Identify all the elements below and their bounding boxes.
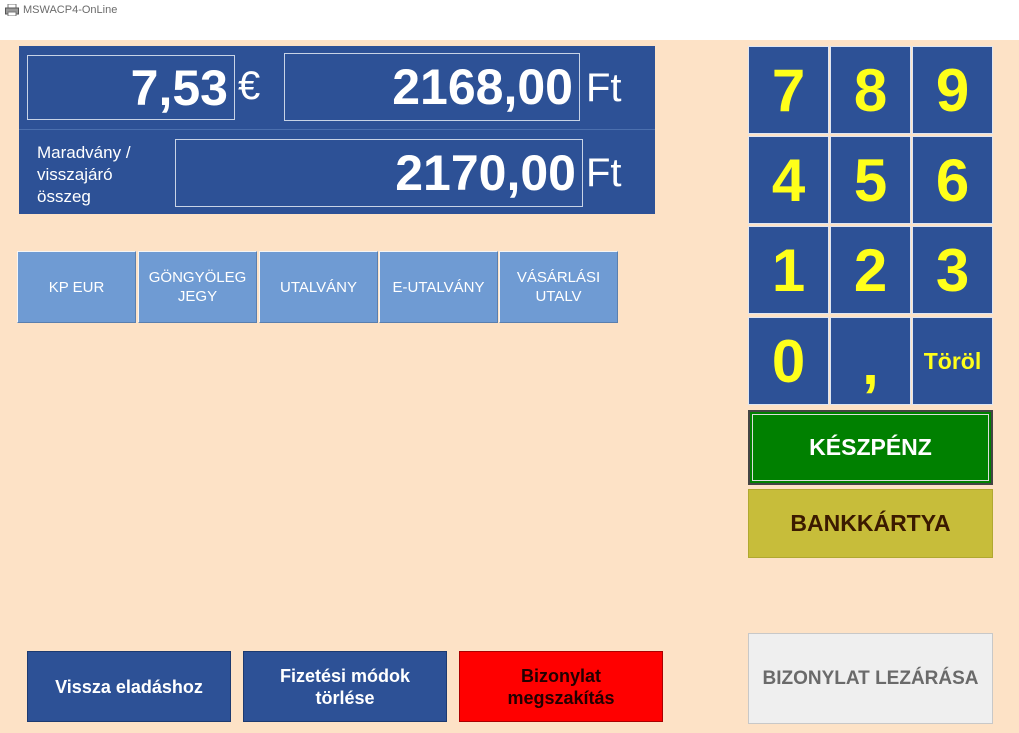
remaining-label: Maradvány / visszajáró összeg <box>37 143 131 206</box>
key-0[interactable]: 0 <box>748 317 829 405</box>
bank-card-button[interactable]: BANKKÁRTYA <box>748 489 993 558</box>
abort-receipt-button[interactable]: Bizonylat megszakítás <box>459 651 663 722</box>
remaining-amount-field: 2170,00 <box>175 139 583 207</box>
method-voucher-button[interactable]: UTALVÁNY <box>259 251 378 323</box>
key-5[interactable]: 5 <box>830 136 911 224</box>
close-receipt-button[interactable]: BIZONYLAT LEZÁRÁSA <box>748 633 993 724</box>
back-to-sale-button[interactable]: Vissza eladáshoz <box>27 651 231 722</box>
huf-amount-field: 2168,00 <box>284 53 580 121</box>
key-4[interactable]: 4 <box>748 136 829 224</box>
method-packaging-ticket-button[interactable]: GÖNGYÖLEG JEGY <box>138 251 257 323</box>
key-delete[interactable]: Töröl <box>912 317 993 405</box>
amount-display: 7,53 € 2168,00 Ft Maradvány / visszajáró… <box>19 46 655 214</box>
huf-amount-value: 2168,00 <box>392 59 573 115</box>
title-bar: MSWACP4-OnLine <box>0 0 1019 40</box>
key-1[interactable]: 1 <box>748 226 829 314</box>
key-7[interactable]: 7 <box>748 46 829 134</box>
method-e-voucher-button[interactable]: E-UTALVÁNY <box>379 251 498 323</box>
key-9[interactable]: 9 <box>912 46 993 134</box>
eur-amount-value: 7,53 <box>130 59 228 116</box>
clear-payment-methods-button[interactable]: Fizetési módok törlése <box>243 651 447 722</box>
window-title: MSWACP4-OnLine <box>23 4 118 16</box>
key-6[interactable]: 6 <box>912 136 993 224</box>
key-3[interactable]: 3 <box>912 226 993 314</box>
remaining-amount-value: 2170,00 <box>395 145 576 201</box>
printer-icon <box>5 4 19 16</box>
huf-unit: Ft <box>586 66 622 110</box>
remaining-unit: Ft <box>586 151 622 195</box>
eur-amount-field: 7,53 <box>27 55 235 120</box>
eur-unit: € <box>238 64 261 108</box>
display-divider <box>19 129 655 130</box>
cash-button[interactable]: KÉSZPÉNZ <box>748 410 993 485</box>
method-shopping-voucher-button[interactable]: VÁSÁRLÁSI UTALV <box>499 251 618 323</box>
method-kp-eur-button[interactable]: KP EUR <box>17 251 136 323</box>
key-2[interactable]: 2 <box>830 226 911 314</box>
key-8[interactable]: 8 <box>830 46 911 134</box>
key-comma[interactable]: , <box>830 317 911 405</box>
